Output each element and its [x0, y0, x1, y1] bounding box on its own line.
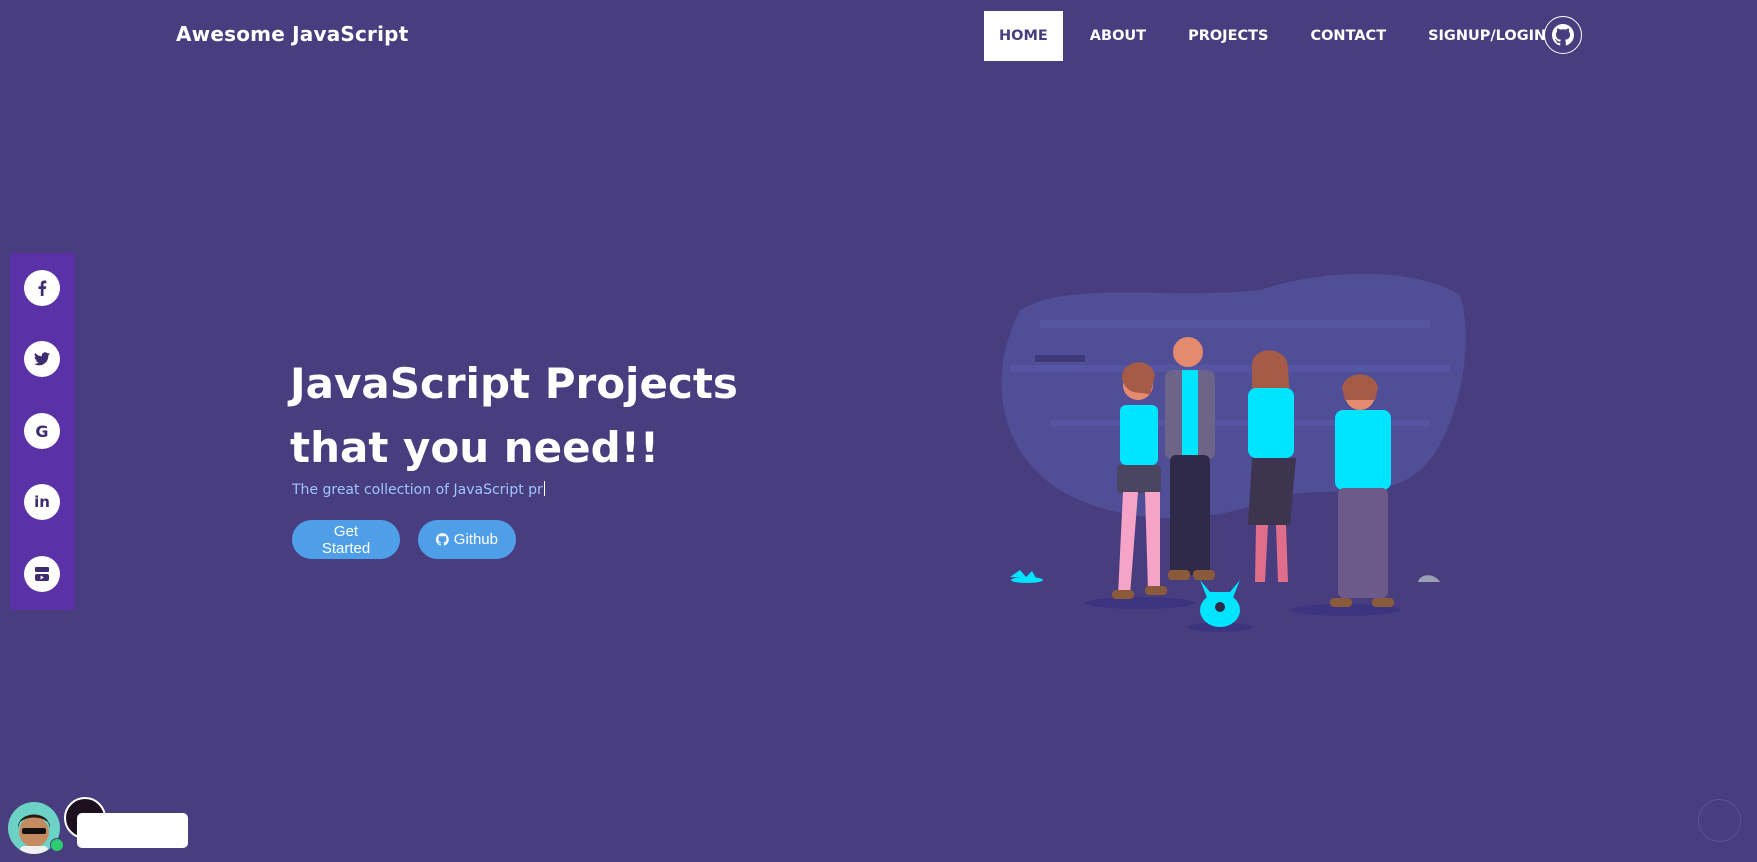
github-nav-button[interactable]	[1544, 16, 1582, 54]
github-button[interactable]: Github	[418, 520, 516, 559]
illustration-blob	[1001, 273, 1466, 519]
social-sidebar: G in	[10, 253, 75, 610]
twitter-icon	[34, 352, 50, 366]
github-icon	[1552, 24, 1574, 46]
online-status-dot	[50, 838, 64, 852]
linkedin-button[interactable]: in	[24, 484, 60, 520]
nav-signup-login[interactable]: SIGNUP/LOGIN	[1413, 11, 1561, 61]
scroll-to-top-button[interactable]	[1698, 799, 1741, 842]
nav-home[interactable]: HOME	[984, 11, 1063, 61]
linkedin-icon: in	[34, 493, 50, 511]
hero-title: JavaScript Projects that you need!!	[290, 352, 810, 480]
hero-subtitle: The great collection of JavaScript pr	[292, 481, 545, 498]
facebook-button[interactable]	[24, 270, 60, 306]
chat-bubble[interactable]	[77, 813, 188, 848]
typing-caret	[543, 481, 545, 496]
nav-about[interactable]: ABOUT	[1075, 11, 1161, 61]
google-button[interactable]: G	[24, 413, 60, 449]
hero-title-line-1: JavaScript Projects	[290, 359, 738, 408]
hero-title-line-2: that you need!!	[290, 423, 660, 472]
youtube-button[interactable]	[24, 556, 60, 592]
get-started-button[interactable]: Get Started	[292, 520, 400, 559]
youtube-icon	[35, 567, 49, 581]
nav-projects[interactable]: PROJECTS	[1173, 11, 1283, 61]
github-button-label: Github	[453, 531, 498, 548]
nav-contact[interactable]: CONTACT	[1295, 11, 1401, 61]
site-brand[interactable]: Awesome JavaScript	[176, 22, 408, 46]
typed-text: The great collection of JavaScript pr	[292, 482, 543, 498]
twitter-button[interactable]	[24, 341, 60, 377]
facebook-icon	[38, 280, 47, 296]
github-icon	[436, 533, 449, 546]
main-nav: HOME ABOUT PROJECTS CONTACT SIGNUP/LOGIN	[984, 11, 1573, 61]
google-icon: G	[35, 421, 49, 441]
team-illustration	[1001, 273, 1466, 632]
